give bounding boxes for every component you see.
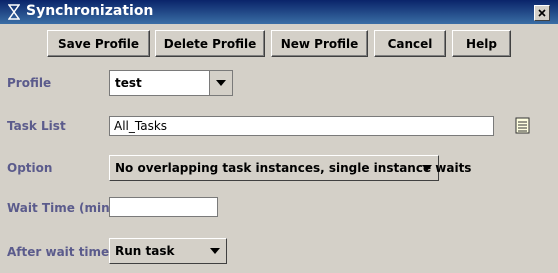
option-dropdown-arrow[interactable] — [422, 156, 432, 180]
profile-dropdown-arrow[interactable] — [209, 71, 232, 95]
chevron-down-icon — [216, 80, 226, 86]
window-title: Synchronization — [26, 3, 154, 19]
profile-value: test — [115, 76, 142, 90]
after-wait-dropdown-arrow[interactable] — [210, 239, 220, 263]
profile-combo[interactable]: test — [109, 70, 233, 96]
hourglass-icon — [6, 4, 22, 20]
title-bar: Synchronization — [0, 0, 558, 24]
new-profile-button[interactable]: New Profile — [271, 30, 368, 57]
task-list-input[interactable]: All_Tasks — [109, 116, 494, 136]
profile-label: Profile — [7, 76, 52, 90]
wait-time-input[interactable] — [109, 197, 218, 217]
task-list-browse-button[interactable] — [515, 117, 531, 135]
wait-time-label: Wait Time (min) — [7, 201, 116, 215]
option-combo[interactable]: No overlapping task instances, single in… — [109, 155, 471, 181]
chevron-down-icon — [210, 248, 220, 254]
delete-profile-button[interactable]: Delete Profile — [155, 30, 265, 57]
after-wait-combo[interactable]: Run task — [109, 238, 227, 264]
save-profile-button[interactable]: Save Profile — [47, 30, 150, 57]
help-button[interactable]: Help — [452, 30, 511, 57]
close-button[interactable] — [534, 5, 550, 21]
chevron-down-icon — [422, 165, 432, 171]
list-icon — [515, 117, 530, 134]
cancel-button[interactable]: Cancel — [374, 30, 446, 57]
option-label: Option — [7, 161, 53, 175]
task-list-label: Task List — [7, 119, 66, 133]
after-wait-label: After wait time — [7, 245, 110, 259]
close-icon — [538, 9, 546, 17]
after-wait-value: Run task — [115, 244, 175, 258]
option-value: No overlapping task instances, single in… — [115, 161, 472, 175]
synchronization-dialog: Synchronization Save Profile Delete Prof… — [0, 0, 558, 273]
